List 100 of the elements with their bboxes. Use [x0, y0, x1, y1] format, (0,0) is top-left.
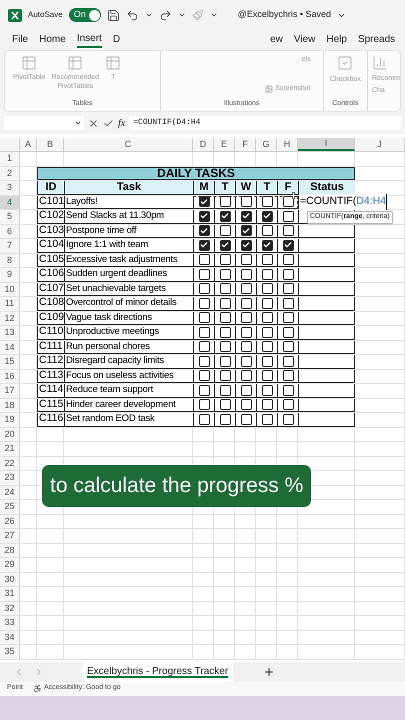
- autosave-toggle[interactable]: On: [68, 8, 101, 22]
- checkbox[interactable]: [220, 370, 230, 382]
- save-icon[interactable]: [106, 8, 120, 22]
- checkbox[interactable]: [198, 210, 210, 222]
- checkbox[interactable]: [220, 240, 230, 251]
- checkbox[interactable]: [220, 312, 230, 324]
- checkbox[interactable]: [240, 225, 252, 236]
- checkbox[interactable]: [240, 326, 252, 338]
- checkbox[interactable]: [282, 414, 294, 425]
- checkbox[interactable]: [220, 356, 230, 367]
- checkbox[interactable]: [262, 326, 272, 338]
- column-header[interactable]: A: [24, 138, 31, 152]
- insert-function-button[interactable]: fx: [118, 116, 126, 130]
- checkbox[interactable]: [240, 298, 252, 309]
- checkbox[interactable]: [262, 225, 272, 236]
- sheet-tab[interactable]: Excelbychris - Progress Tracker: [82, 662, 234, 682]
- checkbox[interactable]: [282, 298, 294, 309]
- checkbox[interactable]: [198, 254, 210, 266]
- checkbox[interactable]: [220, 399, 230, 410]
- checkbox[interactable]: [262, 399, 272, 410]
- checkbox[interactable]: [220, 326, 230, 338]
- checkbox[interactable]: [198, 283, 210, 294]
- checkbox[interactable]: [282, 196, 294, 208]
- column-header[interactable]: G: [262, 138, 270, 152]
- column-header[interactable]: J: [377, 138, 382, 152]
- checkbox[interactable]: [220, 210, 230, 222]
- checkbox[interactable]: [282, 268, 294, 280]
- add-sheet-icon[interactable]: [263, 666, 276, 678]
- checkbox[interactable]: [240, 196, 252, 208]
- ribbon-tab[interactable]: Help: [326, 30, 347, 48]
- checkbox[interactable]: [198, 341, 210, 352]
- cancel-icon[interactable]: [88, 118, 99, 128]
- checkbox[interactable]: [240, 356, 252, 367]
- checkbox[interactable]: [262, 254, 272, 266]
- column-header[interactable]: H: [284, 138, 290, 152]
- checkbox[interactable]: [198, 326, 210, 338]
- column-header[interactable]: D: [200, 138, 206, 152]
- redo-icon[interactable]: [158, 8, 172, 22]
- ribbon-tab[interactable]: File: [12, 30, 28, 48]
- checkbox[interactable]: [262, 384, 272, 396]
- checkbox[interactable]: [262, 240, 272, 251]
- column-header[interactable]: I: [324, 136, 328, 150]
- accessibility-icon[interactable]: [32, 684, 42, 693]
- checkbox[interactable]: [262, 341, 272, 352]
- checkbox[interactable]: [198, 370, 210, 382]
- checkbox[interactable]: [220, 298, 230, 309]
- caret-icon[interactable]: [144, 11, 153, 19]
- checkbox[interactable]: [282, 341, 294, 352]
- checkbox[interactable]: [220, 384, 230, 396]
- caret-icon[interactable]: [178, 11, 186, 19]
- checkbox[interactable]: [198, 384, 210, 396]
- ribbon-tab[interactable]: ew: [270, 30, 283, 48]
- document-title[interactable]: @Excelbychris • Saved: [238, 8, 332, 22]
- checkbox[interactable]: [282, 399, 294, 410]
- checkbox[interactable]: [282, 225, 294, 236]
- checkbox[interactable]: [240, 399, 252, 410]
- checkbox[interactable]: [282, 254, 294, 266]
- paintbrush-icon[interactable]: [192, 9, 204, 21]
- enter-icon[interactable]: [103, 118, 114, 128]
- checkbox[interactable]: [262, 414, 272, 425]
- checkbox[interactable]: [240, 268, 252, 280]
- checkbox[interactable]: [282, 210, 294, 222]
- checkbox[interactable]: [198, 298, 210, 309]
- checkbox[interactable]: [198, 356, 210, 367]
- checkbox[interactable]: [262, 312, 272, 324]
- checkbox[interactable]: [240, 254, 252, 266]
- checkbox[interactable]: [220, 268, 230, 280]
- checkbox[interactable]: [198, 240, 210, 251]
- checkbox[interactable]: [220, 283, 230, 294]
- column-header[interactable]: C: [124, 138, 132, 152]
- ribbon-tab[interactable]: Home: [39, 30, 66, 48]
- checkbox[interactable]: [198, 196, 210, 208]
- ribbon-tab[interactable]: View: [294, 30, 316, 48]
- checkbox[interactable]: [282, 384, 294, 396]
- checkbox[interactable]: [240, 341, 252, 352]
- checkbox[interactable]: [240, 384, 252, 396]
- checkbox[interactable]: [240, 370, 252, 382]
- undo-icon[interactable]: [126, 8, 139, 22]
- checkbox[interactable]: [282, 356, 294, 367]
- checkbox[interactable]: [282, 370, 294, 382]
- column-header[interactable]: F: [242, 138, 248, 152]
- checkbox[interactable]: [240, 210, 252, 222]
- checkbox[interactable]: [262, 298, 272, 309]
- checkbox[interactable]: [282, 240, 294, 251]
- checkbox[interactable]: [240, 240, 252, 251]
- checkbox[interactable]: [220, 225, 230, 236]
- checkbox[interactable]: [198, 268, 210, 280]
- checkbox[interactable]: [262, 283, 272, 294]
- checkbox[interactable]: [220, 414, 230, 425]
- checkbox[interactable]: [262, 370, 272, 382]
- checkbox[interactable]: [240, 312, 252, 324]
- checkbox[interactable]: [282, 312, 294, 324]
- checkbox[interactable]: [198, 312, 210, 324]
- checkbox[interactable]: [220, 254, 230, 266]
- column-header[interactable]: E: [220, 138, 227, 152]
- checkbox[interactable]: [282, 283, 294, 294]
- checkbox[interactable]: [282, 326, 294, 338]
- column-header[interactable]: B: [46, 138, 53, 152]
- checkbox[interactable]: [262, 356, 272, 367]
- checkbox[interactable]: [220, 341, 230, 352]
